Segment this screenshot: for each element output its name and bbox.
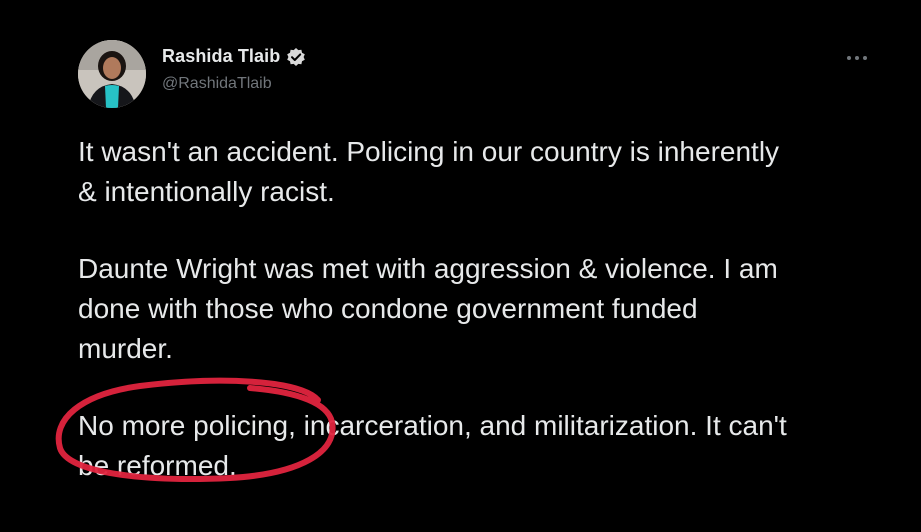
tweet-author: Rashida Tlaib @RashidaTlaib (162, 46, 306, 93)
tweet-card: Rashida Tlaib @RashidaTlaib It wasn't an… (0, 0, 921, 532)
verified-badge-icon (286, 47, 306, 67)
author-name-row: Rashida Tlaib (162, 46, 306, 67)
tweet-text-line: No more policing, incarceration, and mil… (78, 410, 787, 441)
tweet-text-line: murder. (78, 333, 173, 364)
tweet-text-line: be reformed. (78, 450, 237, 481)
tweet-text-line: done with those who condone government f… (78, 293, 698, 324)
author-display-name[interactable]: Rashida Tlaib (162, 46, 280, 67)
tweet-text-line: It wasn't an accident. Policing in our c… (78, 136, 780, 167)
avatar[interactable] (78, 40, 146, 108)
more-options-button[interactable] (843, 48, 871, 68)
author-handle[interactable]: @RashidaTlaib (162, 75, 306, 93)
avatar-photo (78, 40, 146, 108)
tweet-paragraph: Daunte Wright was met with aggression & … (78, 249, 878, 369)
tweet-text-line: & intentionally racist. (78, 176, 335, 207)
tweet-text-line: Daunte Wright was met with aggression & … (78, 253, 778, 284)
tweet-paragraph: No more policing, incarceration, and mil… (78, 406, 878, 486)
tweet-paragraph: It wasn't an accident. Policing in our c… (78, 132, 878, 212)
ellipsis-icon (847, 56, 867, 60)
tweet-text: It wasn't an accident. Policing in our c… (78, 132, 878, 486)
